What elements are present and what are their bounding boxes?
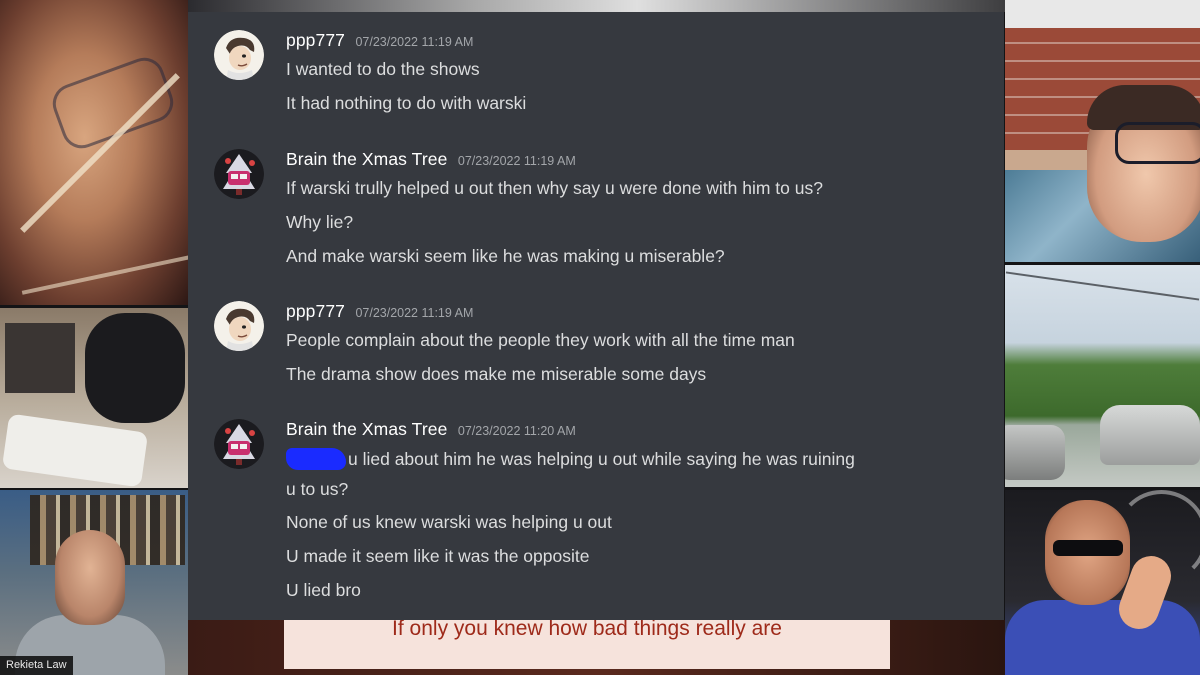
- video-tile-top-strip: [188, 0, 1005, 12]
- username[interactable]: Brain the Xmas Tree: [286, 149, 447, 169]
- message-text: People complain about the people they wo…: [286, 330, 795, 350]
- video-caption-text: If only you knew how bad things really a…: [392, 618, 782, 640]
- video-tile-mid-right: [1005, 265, 1200, 487]
- username[interactable]: ppp777: [286, 30, 345, 50]
- message-text: If warski trully helped u out then why s…: [286, 178, 823, 198]
- timestamp: 07/23/2022 11:19 AM: [355, 35, 474, 49]
- message-text-with-redaction: u lied about him he was helping u out wh…: [286, 448, 855, 470]
- sheet-shape: [1, 413, 149, 488]
- power-line-shape: [1005, 271, 1200, 301]
- cartoon-face-avatar-icon[interactable]: [214, 301, 264, 351]
- sunglasses-shape: [1053, 540, 1123, 556]
- video-caption-box: If only you knew how bad things really a…: [284, 618, 890, 669]
- message-text: Why lie?: [286, 212, 354, 232]
- video-tile-top-right: [1005, 0, 1200, 262]
- message-text: I wanted to do the shows: [286, 59, 480, 79]
- xmas-tree-avatar-icon[interactable]: [214, 149, 264, 199]
- glasses-shape: [1115, 122, 1200, 164]
- stream-screenshot: Rekieta Law If only you knew how bad thi…: [0, 0, 1200, 675]
- timestamp: 07/23/2022 11:19 AM: [355, 306, 474, 320]
- message-text: U made it seem like it was the opposite: [286, 546, 590, 566]
- message-text: None of us knew warski was helping u out: [286, 512, 612, 532]
- shirt-shape: [1005, 600, 1200, 675]
- message-text: U lied bro: [286, 580, 361, 600]
- chat-panel: ppp777 07/23/2022 11:19 AM I wanted to d…: [188, 12, 1004, 620]
- streamer-name-tag: Rekieta Law: [0, 656, 73, 675]
- message-text: u to us?: [286, 479, 349, 499]
- video-tile-bottom-right: [1005, 490, 1200, 675]
- video-tile-bottom-left: [0, 490, 188, 675]
- dark-shape: [85, 313, 185, 423]
- redaction-mark: [286, 448, 346, 470]
- video-tile-top-left: [0, 0, 188, 305]
- message-header: Brain the Xmas Tree 07/23/2022 11:19 AM: [286, 149, 576, 171]
- papers-shape: [5, 323, 75, 393]
- xmas-tree-avatar-icon[interactable]: [214, 419, 264, 469]
- message-text: The drama show does make me miserable so…: [286, 364, 707, 384]
- message-header: ppp777 07/23/2022 11:19 AM: [286, 301, 473, 323]
- message-header: Brain the Xmas Tree 07/23/2022 11:20 AM: [286, 419, 576, 441]
- message-text: And make warski seem like he was making …: [286, 246, 725, 266]
- message-text: u lied about him he was helping u out wh…: [348, 449, 855, 469]
- car-shape-2: [1100, 405, 1200, 465]
- person-head-shape: [55, 530, 125, 625]
- timestamp: 07/23/2022 11:20 AM: [457, 424, 576, 438]
- message-text: It had nothing to do with warski: [286, 93, 527, 113]
- message-header: ppp777 07/23/2022 11:19 AM: [286, 30, 473, 52]
- cartoon-face-avatar-icon[interactable]: [214, 30, 264, 80]
- stick-shape-2: [21, 249, 188, 295]
- timestamp: 07/23/2022 11:19 AM: [457, 154, 576, 168]
- username[interactable]: Brain the Xmas Tree: [286, 419, 447, 439]
- video-tile-mid-left: [0, 308, 188, 488]
- username[interactable]: ppp777: [286, 301, 345, 321]
- car-shape: [1005, 425, 1065, 480]
